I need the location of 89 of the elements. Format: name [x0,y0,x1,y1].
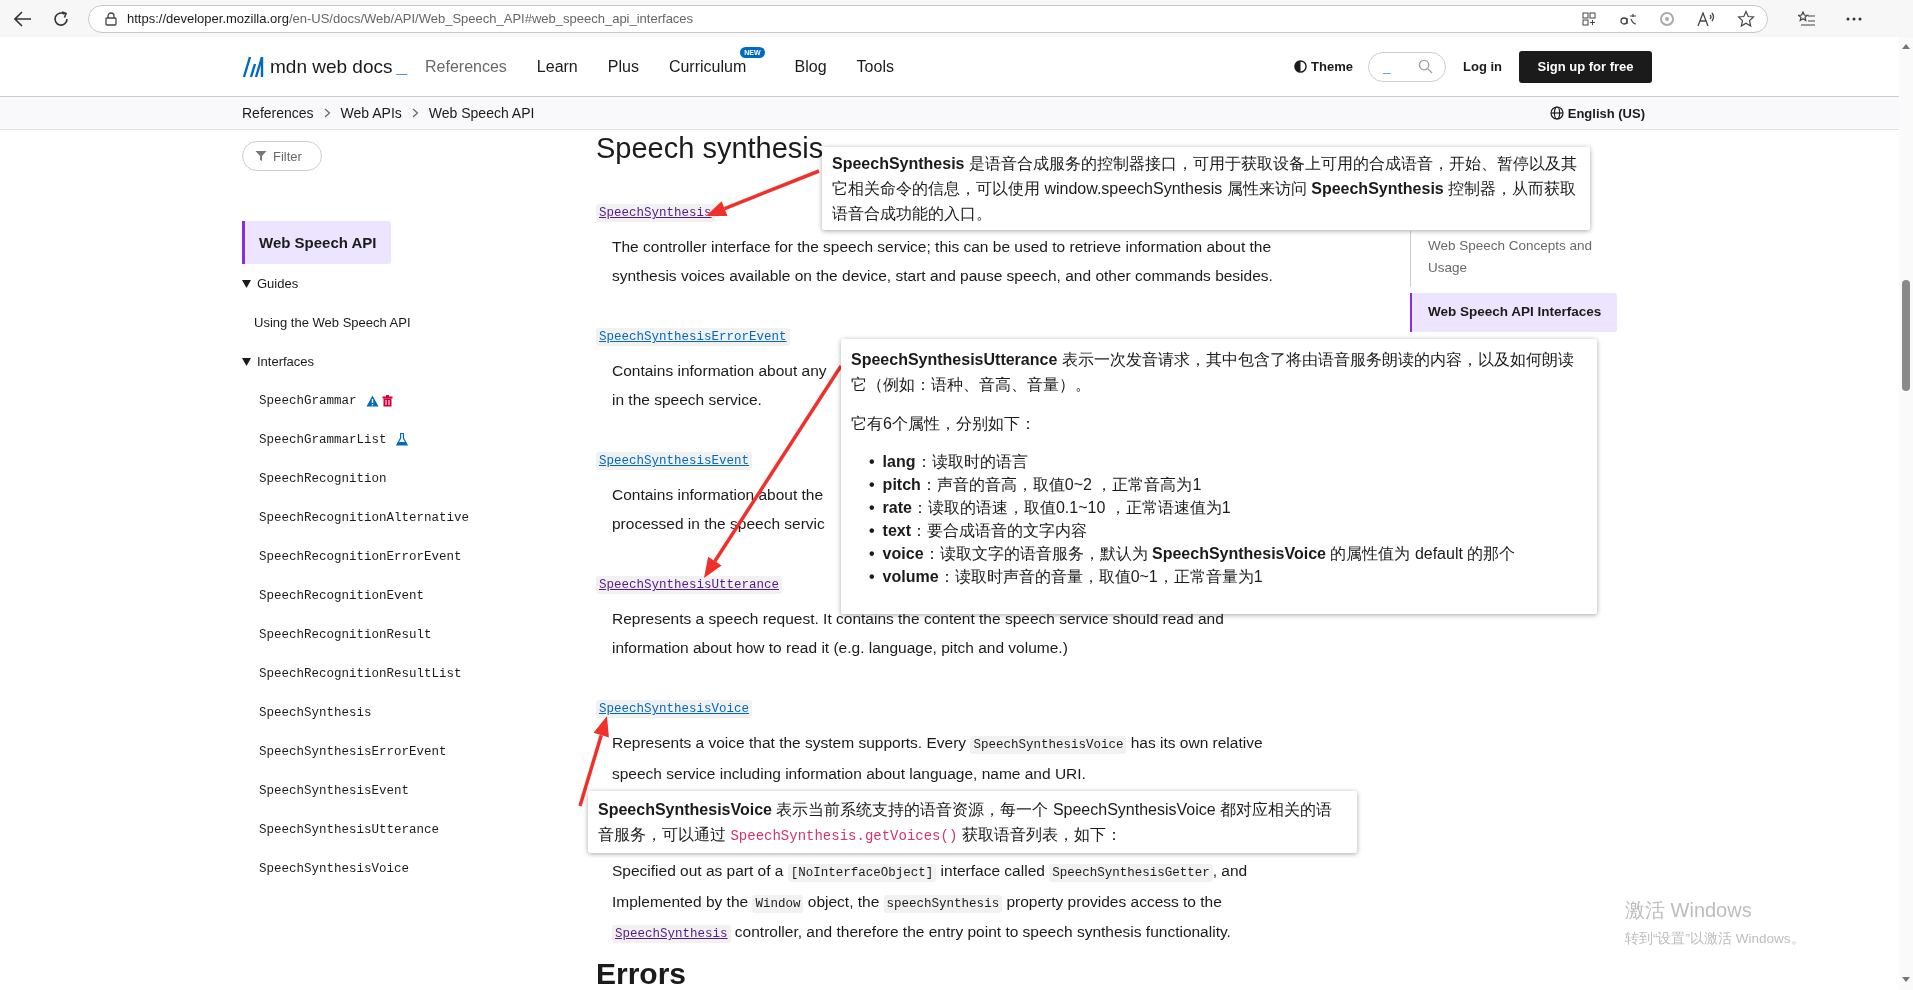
sidebar-link[interactable]: SpeechGrammar [259,393,357,408]
address-field[interactable]: https://developer.mozilla.org/en-US/docs/Web/API/Web_Speech_API#web_speech_api_interfaces [88,4,1768,33]
nav-link[interactable]: Learn [536,57,578,76]
read-aloud-icon[interactable] [1697,10,1715,27]
bullet: • [869,567,875,587]
scroll-down-icon[interactable] [1902,977,1910,982]
note-list-item: text：要合成语音的文字内容 [882,521,1088,541]
theme-button[interactable]: Theme [1294,59,1353,74]
sidebar-link[interactable]: SpeechRecognitionErrorEvent [259,549,462,564]
logo-icon [242,55,266,78]
warning-icon [365,394,379,407]
trash-icon [381,394,393,407]
filter-button[interactable]: Filter [242,141,322,171]
sidebar-section[interactable]: Interfaces [242,342,315,381]
activation-notice-title: 激活 Windows [1625,898,1753,923]
scrollbar-thumb[interactable] [1902,280,1910,391]
grid-icon[interactable] [1581,10,1597,27]
language-button[interactable]: English (US) [1549,105,1645,121]
breadcrumb-link[interactable]: Web Speech API [428,105,535,121]
note-list-item: volume：读取时声音的音量，取值0~1，正常音量为1 [882,567,1263,587]
note-text: SpeechSynthesis 是语音合成服务的控制器接口，可用于获取设备上可用的合成语音，开始、暂停以及其它相关命令的信息，可以使用 window.speechSynthesis 属性来访问 SpeechSynthesis 控制器，从而获取语音合成功能的入口。 [832,154,1578,224]
nav-link[interactable]: Blog [794,57,827,76]
interface-link[interactable]: SpeechSynthesisEvent [596,452,753,470]
sidebar-link[interactable]: SpeechSynthesisErrorEvent [259,744,447,759]
nav-link[interactable]: Tools [856,57,894,76]
note-list-item: voice：读取文字的语音服务，默认为 SpeechSynthesisVoice 的属性值为 default 的那个 [882,544,1516,564]
note-text: 它有6个属性，分别如下： [851,414,1037,434]
note-list-item: lang：读取时的语言 [882,452,1028,472]
note-text: SpeechSynthesisVoice 表示当前系统支持的语音资源，每一个 SpeechSynthesisVoice 都对应相关的语音服务，可以通过 SpeechSynthesis.getVoices() 获取语音列表，如下： [598,800,1334,846]
interface-link[interactable]: SpeechSynthesisErrorEvent [596,328,790,346]
favorites-icon[interactable] [1798,10,1816,27]
sidebar-link[interactable]: SpeechRecognitionAlternative [259,510,470,525]
chevron-icon [411,108,419,118]
sidebar-link[interactable]: SpeechGrammarList [259,432,387,447]
bullet: • [869,452,875,472]
interface-link[interactable]: SpeechSynthesisUtterance [596,576,783,594]
more-icon[interactable] [1846,16,1862,21]
toc-link[interactable]: Web Speech Concepts and Usage [1410,231,1617,287]
sidebar-link[interactable]: Using the Web Speech API [254,315,411,330]
sidebar-link[interactable]: SpeechSynthesis [259,705,372,720]
filter-icon [255,150,267,162]
bullet: • [869,521,875,541]
breadcrumb-link[interactable]: Web APIs [340,105,402,121]
sidebar-link[interactable]: SpeechRecognitionEvent [259,588,425,603]
note-list-item: rate：读取的语速，取值0.1~10 ，正常语速值为1 [882,498,1231,518]
sidebar-link[interactable]: SpeechRecognitionResultList [259,666,462,681]
bullet: • [869,544,875,564]
flask-icon [395,433,408,446]
back-icon[interactable] [14,10,32,27]
activation-notice-text: 转到“设置”以激活 Windows。 [1625,930,1805,948]
globe-icon [1549,106,1564,120]
sidebar-link[interactable]: SpeechRecognitionResult [259,627,432,642]
chevron-icon [323,108,331,118]
signup-button[interactable]: Sign up for free [1519,50,1652,83]
description: Contains information about any in the speech service. [612,361,827,410]
translate-icon[interactable] [1619,11,1637,26]
section-label: Interfaces [257,354,315,369]
description: Represents a speech request. It contains the content the speech service should read and information about how to read it (e.g. language, pitch and volume.) [612,609,1224,658]
breadcrumb-link[interactable]: References [242,105,314,121]
interface-link[interactable]: SpeechSynthesis [612,925,731,943]
theme-icon [1294,60,1308,73]
bullet: • [869,475,875,495]
note-text: SpeechSynthesisUtterance 表示一次发音请求，其中包含了将由语音服务朗读的内容，以及如何朗读它（例如：语种、音高、音量）。 [851,350,1575,395]
note-list-item: pitch：声音的音高，取值0~2 ，正常音高为1 [882,475,1202,495]
section-label: Guides [257,276,299,291]
toc-link[interactable]: Web Speech API Interfaces [1410,293,1617,332]
sidebar-link[interactable]: SpeechSynthesisEvent [259,783,410,798]
nav-link[interactable]: Curriculum [668,57,747,76]
interface-link[interactable]: SpeechSynthesisVoice [596,700,753,718]
sidebar-link[interactable]: SpeechRecognition [259,471,387,486]
section-heading: Speech synthesis [596,131,824,166]
sidebar-title[interactable]: Web Speech API [242,221,391,264]
description: Represents a voice that the system supports. Every SpeechSynthesisVoice has its own relative speech service including information about language, name and URI. [612,733,1263,784]
nav-link[interactable]: References [425,57,507,76]
scroll-up-icon[interactable] [1902,44,1910,49]
refresh-icon[interactable] [52,9,70,28]
section-heading: Errors [596,956,687,990]
star-icon[interactable] [1737,9,1755,28]
login-link[interactable]: Log in [1463,59,1502,74]
sidebar-link[interactable]: SpeechSynthesisVoice [259,861,410,876]
nav-link[interactable]: Plus [607,57,639,76]
sidebar-link[interactable]: SpeechSynthesisUtterance [259,822,440,837]
lock-icon [105,11,117,26]
search-icon [1418,59,1433,74]
interface-link[interactable]: SpeechSynthesis [596,204,715,222]
site-logo[interactable]: mdn web docs _ [242,55,425,78]
description: The controller interface for the speech service; this can be used to retrieve information about the synthesis voices available on the device, start and pause speech, and other commands besides. [612,237,1273,286]
sidebar-section[interactable]: Guides [242,264,299,303]
bullet: • [869,498,875,518]
